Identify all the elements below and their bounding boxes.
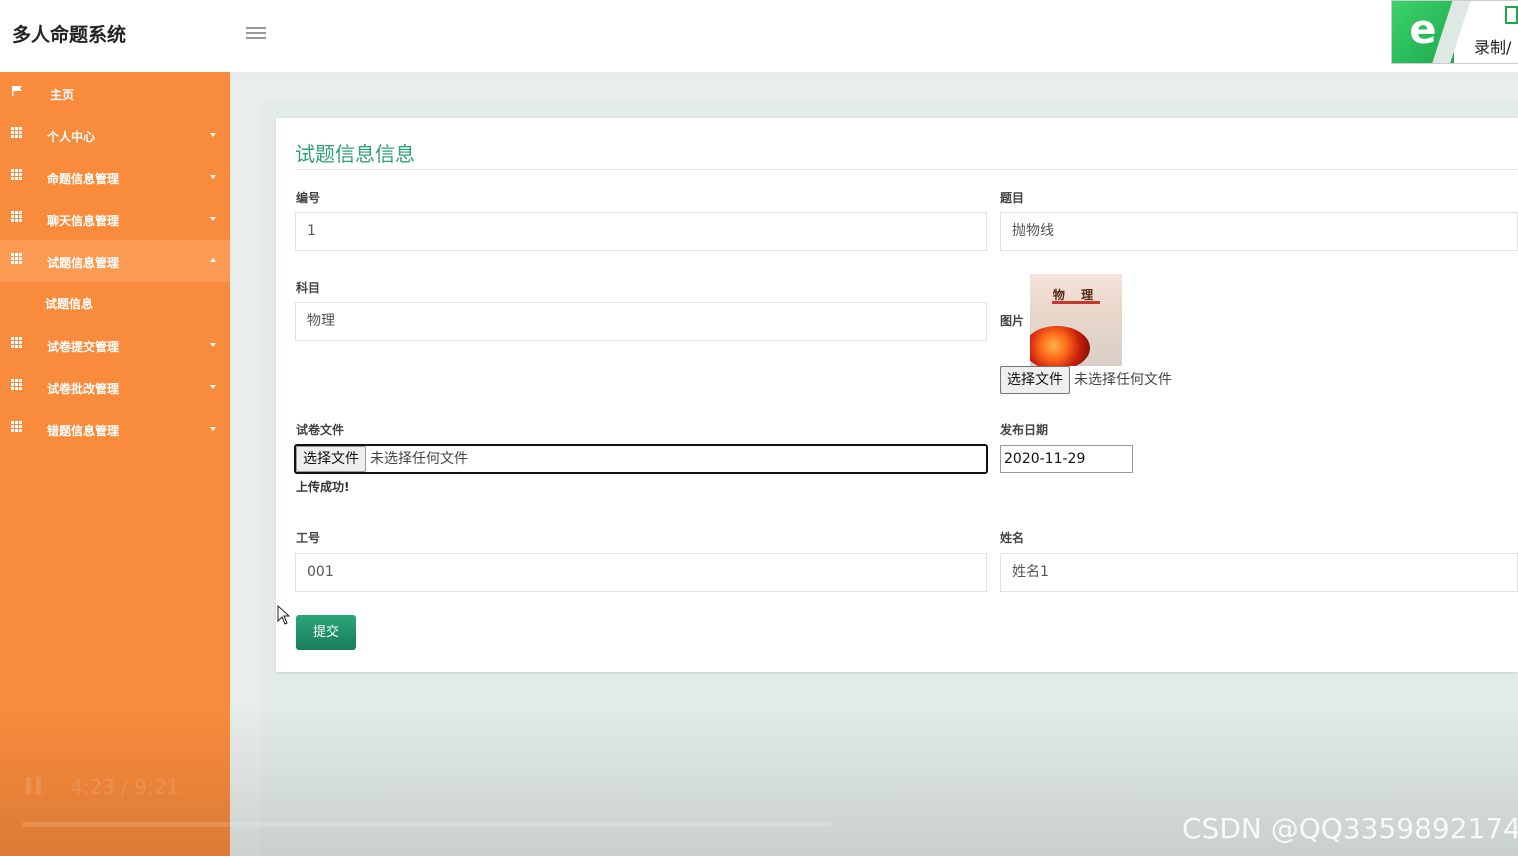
caret-up-icon [210,258,216,262]
number-field[interactable]: 1 [295,212,987,251]
image-choose-file-button[interactable]: 选择文件 [1000,366,1070,394]
recorder-window-icon [1505,6,1518,24]
app-title: 多人命题系统 [12,24,127,46]
caret-down-icon [210,385,216,389]
staff-id-field[interactable]: 001 [295,553,987,592]
sidebar-item-label: 主页 [50,88,75,102]
sidebar-item-paper-grading[interactable]: 试卷批改管理 [0,366,230,408]
sidebar-item-label: 聊天信息管理 [47,214,120,228]
recorder-widget[interactable]: e 录制/ [1391,0,1518,64]
upload-success-message: 上传成功! [296,480,350,494]
sidebar: 主页 个人中心 命题信息管理 聊天信息管理 试题信息管理 试题信息 试卷提交管理… [0,72,230,856]
sidebar-item-question-management[interactable]: 试题信息管理 [0,240,230,282]
caret-down-icon [210,217,216,221]
question-field[interactable]: 抛物线 [1000,212,1518,251]
caret-down-icon [210,133,216,137]
number-label: 编号 [296,191,321,205]
form-card: 试题信息信息 编号 1 题目 抛物线 科目 物理 图片 物 理 选择文件 未选择任… [276,118,1518,672]
paper-file-label: 试卷文件 [296,423,345,437]
caret-down-icon [210,427,216,431]
sidebar-subitem-question-info[interactable]: 试题信息 [0,282,230,324]
menu-toggle-icon[interactable] [246,24,266,42]
sidebar-item-label: 试题信息管理 [47,256,120,270]
book-cover-sun [1030,326,1090,366]
subject-field[interactable]: 物理 [295,302,987,341]
publish-date-label: 发布日期 [1000,423,1049,437]
sidebar-item-label: 试卷批改管理 [47,382,120,396]
sidebar-item-personal-center[interactable]: 个人中心 [0,114,230,156]
book-cover-stripe [1052,301,1100,304]
image-file-picker: 选择文件 未选择任何文件 [1000,366,1172,394]
watermark: CSDN @QQ3359892174 [1182,812,1518,845]
sidebar-item-proposition-management[interactable]: 命题信息管理 [0,156,230,198]
sidebar-item-label: 错题信息管理 [47,424,120,438]
mouse-cursor-icon [277,605,291,625]
title-divider [295,169,1518,170]
question-label: 题目 [1000,191,1025,205]
staff-id-label: 工号 [296,531,321,545]
grid-icon [11,337,23,349]
grid-icon [11,211,23,223]
page-title: 试题信息信息 [295,142,415,166]
video-progress-bar[interactable] [22,822,832,827]
sidebar-item-paper-submission[interactable]: 试卷提交管理 [0,324,230,366]
paper-file-picker[interactable]: 选择文件 未选择任何文件 [294,444,988,474]
pause-icon[interactable] [26,777,42,795]
physics-book-cover-image: 物 理 [1030,274,1122,366]
sidebar-subitem-label: 试题信息 [45,297,94,311]
recorder-label: 录制/ [1474,38,1512,57]
grid-icon [11,127,23,139]
video-time: 4:23 / 9:21 [70,775,180,799]
grid-icon [11,169,23,181]
flag-icon [12,86,22,96]
sidebar-item-label: 试卷提交管理 [47,340,120,354]
subject-label: 科目 [296,281,321,295]
paper-choose-file-button[interactable]: 选择文件 [296,446,366,472]
image-label: 图片 [1000,314,1025,328]
publish-date-input[interactable]: 2020-11-29 [1000,445,1133,473]
grid-icon [11,253,23,265]
image-file-status: 未选择任何文件 [1074,372,1172,388]
top-bar: 多人命题系统 e 录制/ [0,0,1518,73]
submit-button[interactable]: 提交 [296,615,356,650]
sidebar-item-wrong-question[interactable]: 错题信息管理 [0,408,230,450]
grid-icon [11,421,23,433]
name-field[interactable]: 姓名1 [1000,553,1518,592]
name-label: 姓名 [1000,531,1025,545]
sidebar-item-chat-management[interactable]: 聊天信息管理 [0,198,230,240]
sidebar-item-home[interactable]: 主页 [0,72,230,114]
grid-icon [11,379,23,391]
sidebar-item-label: 个人中心 [47,130,96,144]
caret-down-icon [210,175,216,179]
paper-file-status: 未选择任何文件 [370,451,468,467]
sidebar-item-label: 命题信息管理 [47,172,120,186]
caret-down-icon [210,343,216,347]
